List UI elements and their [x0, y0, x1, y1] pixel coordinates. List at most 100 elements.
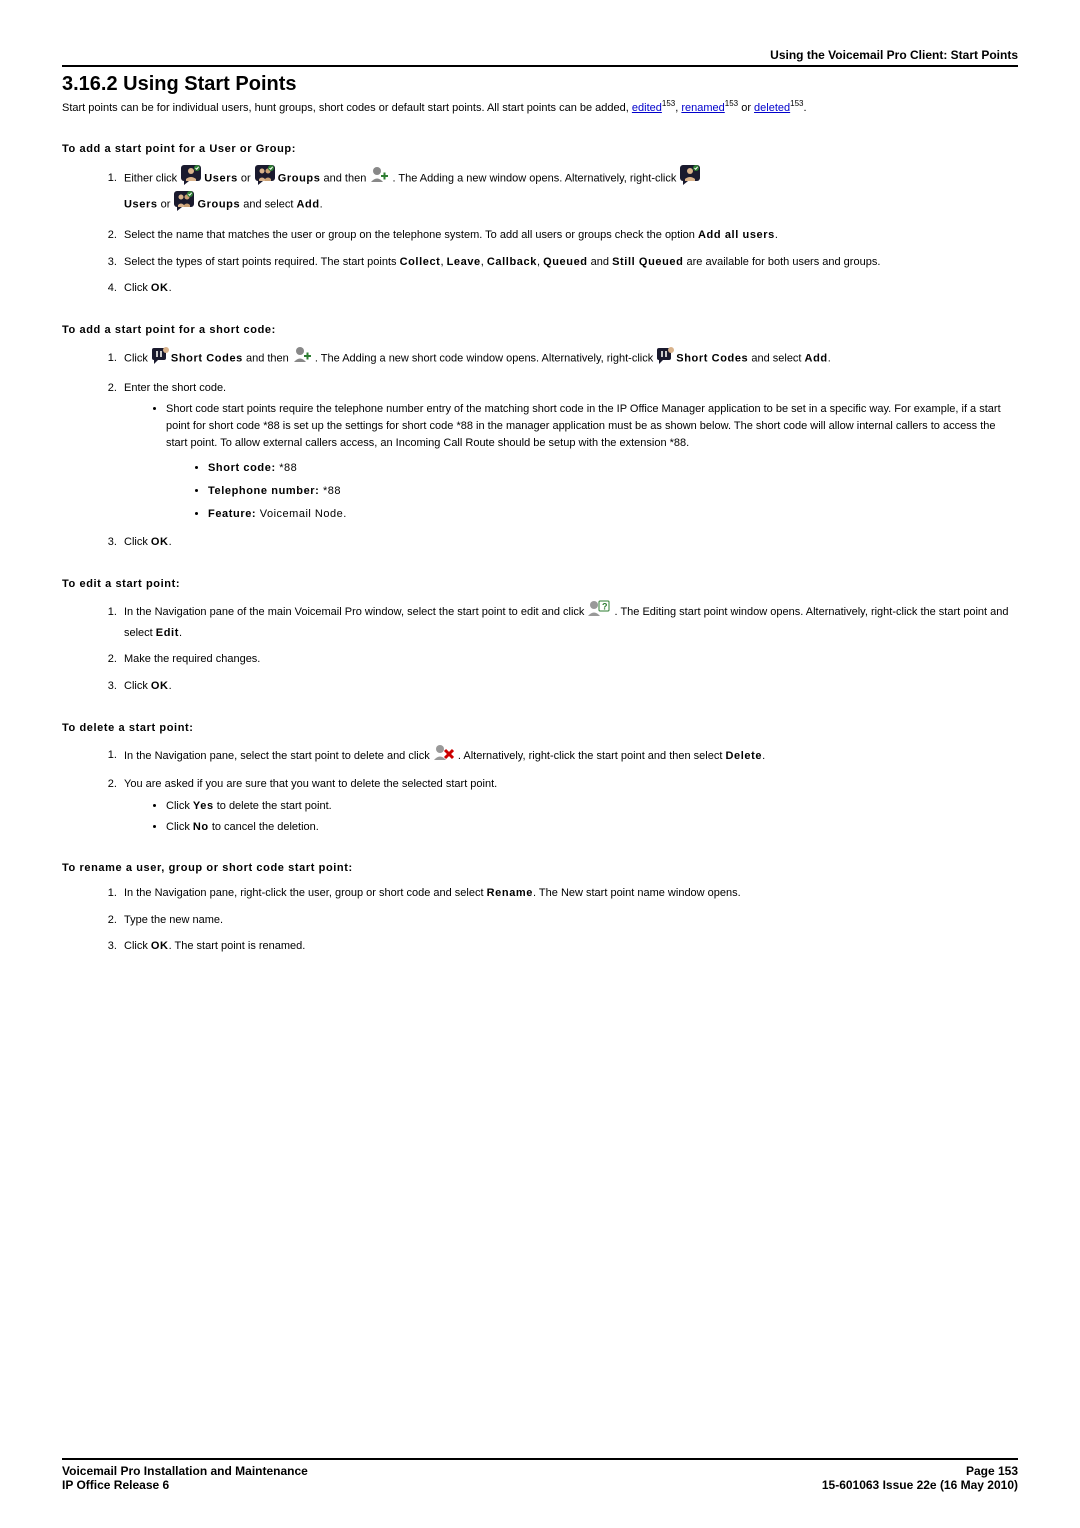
- edit-icon: [588, 600, 610, 624]
- step: Type the new name.: [120, 911, 1018, 930]
- footer-title: Voicemail Pro Installation and Maintenan…: [62, 1464, 308, 1478]
- text: Click: [124, 680, 151, 692]
- steps-add-short-code: Click Short Codes and then . The Adding …: [62, 346, 1018, 552]
- steps-add-user-group: Either click Users or Groups and then . …: [62, 165, 1018, 298]
- label-callback: Callback: [487, 256, 537, 268]
- link-edited[interactable]: edited: [632, 102, 662, 114]
- text: to delete the start point.: [214, 800, 332, 812]
- page-footer: Voicemail Pro Installation and Maintenan…: [62, 1458, 1018, 1492]
- step: Click OK. The start point is renamed.: [120, 937, 1018, 956]
- section-title: 3.16.2 Using Start Points: [62, 73, 1018, 96]
- label-short-codes: Short Codes: [676, 352, 748, 364]
- text: .: [169, 282, 172, 294]
- step: Click OK.: [120, 533, 1018, 552]
- step: Either click Users or Groups and then . …: [120, 165, 1018, 218]
- text: or: [241, 172, 254, 184]
- text: and select: [751, 352, 804, 364]
- label-rename: Rename: [487, 887, 533, 899]
- step: Click OK.: [120, 279, 1018, 298]
- groups-icon: [255, 165, 277, 192]
- pageref: 153: [662, 99, 675, 108]
- label-no: No: [193, 821, 209, 833]
- text: Short code start points require the tele…: [166, 403, 1001, 449]
- add-icon: [370, 166, 388, 190]
- text: . The Adding a new window opens. Alterna…: [392, 172, 679, 184]
- label-ok: OK: [151, 536, 169, 548]
- bullet-list: Short code start points require the tele…: [124, 401, 1018, 525]
- heading-add-user-group: To add a start point for a User or Group…: [62, 143, 1018, 155]
- label: Short code:: [208, 462, 276, 474]
- text: . Alternatively, right-click the start p…: [458, 749, 726, 761]
- inner-bullet: Telephone number: *88: [208, 481, 1018, 502]
- label-collect: Collect: [400, 256, 441, 268]
- label-groups: Groups: [197, 198, 240, 210]
- text: Select the name that matches the user or…: [124, 229, 698, 241]
- label-leave: Leave: [447, 256, 481, 268]
- text: Click: [166, 821, 193, 833]
- text: are available for both users and groups.: [687, 256, 881, 268]
- label-queued: Queued: [543, 256, 588, 268]
- heading-edit-sp: To edit a start point:: [62, 578, 1018, 590]
- heading-rename-sp: To rename a user, group or short code st…: [62, 862, 1018, 874]
- steps-rename-sp: In the Navigation pane, right-click the …: [62, 884, 1018, 956]
- text: .: [320, 198, 323, 210]
- text: .: [762, 749, 765, 761]
- label-users: Users: [124, 198, 158, 210]
- label-delete: Delete: [725, 749, 762, 761]
- label: Feature:: [208, 508, 256, 520]
- add-icon: [293, 346, 311, 370]
- text: and then: [324, 172, 370, 184]
- step: Enter the short code. Short code start p…: [120, 379, 1018, 526]
- label-short-codes: Short Codes: [171, 352, 243, 364]
- footer-page: Page 153: [822, 1464, 1018, 1478]
- heading-delete-sp: To delete a start point:: [62, 722, 1018, 734]
- text: In the Navigation pane of the main Voice…: [124, 606, 587, 618]
- label-still-queued: Still Queued: [612, 256, 683, 268]
- bullet: Short code start points require the tele…: [166, 401, 1018, 525]
- text: .: [775, 229, 778, 241]
- inner-bullet: Feature: Voicemail Node.: [208, 504, 1018, 525]
- text: Enter the short code.: [124, 382, 226, 394]
- text: Click: [124, 282, 151, 294]
- inner-bullet: Short code: *88: [208, 458, 1018, 479]
- intro-text: Start points can be for individual users…: [62, 102, 632, 114]
- step: Make the required changes.: [120, 650, 1018, 669]
- text: or: [161, 198, 174, 210]
- value: *88: [319, 485, 341, 497]
- bullet: Click No to cancel the deletion.: [166, 819, 1018, 836]
- text: and: [588, 256, 612, 268]
- link-deleted[interactable]: deleted: [754, 102, 790, 114]
- inner-bullet-list: Short code: *88 Telephone number: *88 Fe…: [166, 458, 1018, 525]
- step: Select the name that matches the user or…: [120, 226, 1018, 245]
- label-add-all-users: Add all users: [698, 229, 775, 241]
- label-ok: OK: [151, 680, 169, 692]
- step: In the Navigation pane, right-click the …: [120, 884, 1018, 903]
- short-codes-icon: [152, 346, 170, 371]
- users-icon: [680, 165, 702, 192]
- link-renamed[interactable]: renamed: [681, 102, 724, 114]
- label-groups: Groups: [278, 172, 321, 184]
- short-codes-icon: [657, 346, 675, 371]
- label-add: Add: [805, 352, 828, 364]
- steps-delete-sp: In the Navigation pane, select the start…: [62, 744, 1018, 836]
- sep: or: [738, 102, 754, 114]
- groups-icon: [174, 191, 196, 218]
- step: Select the types of start points require…: [120, 253, 1018, 272]
- text: and select: [243, 198, 296, 210]
- text: . The Adding a new short code window ope…: [315, 352, 656, 364]
- text: Select the types of start points require…: [124, 256, 400, 268]
- value: *88: [276, 462, 298, 474]
- step: In the Navigation pane of the main Voice…: [120, 600, 1018, 642]
- page-header: Using the Voicemail Pro Client: Start Po…: [62, 48, 1018, 67]
- step: Click Short Codes and then . The Adding …: [120, 346, 1018, 371]
- label-users: Users: [204, 172, 238, 184]
- step: In the Navigation pane, select the start…: [120, 744, 1018, 768]
- footer-issue: 15-601063 Issue 22e (16 May 2010): [822, 1478, 1018, 1492]
- users-icon: [181, 165, 203, 192]
- text: .: [169, 536, 172, 548]
- bullet-list: Click Yes to delete the start point. Cli…: [124, 798, 1018, 836]
- delete-icon: [434, 744, 454, 768]
- footer-product: IP Office Release 6: [62, 1478, 308, 1492]
- label-ok: OK: [151, 940, 169, 952]
- text: Click: [124, 536, 151, 548]
